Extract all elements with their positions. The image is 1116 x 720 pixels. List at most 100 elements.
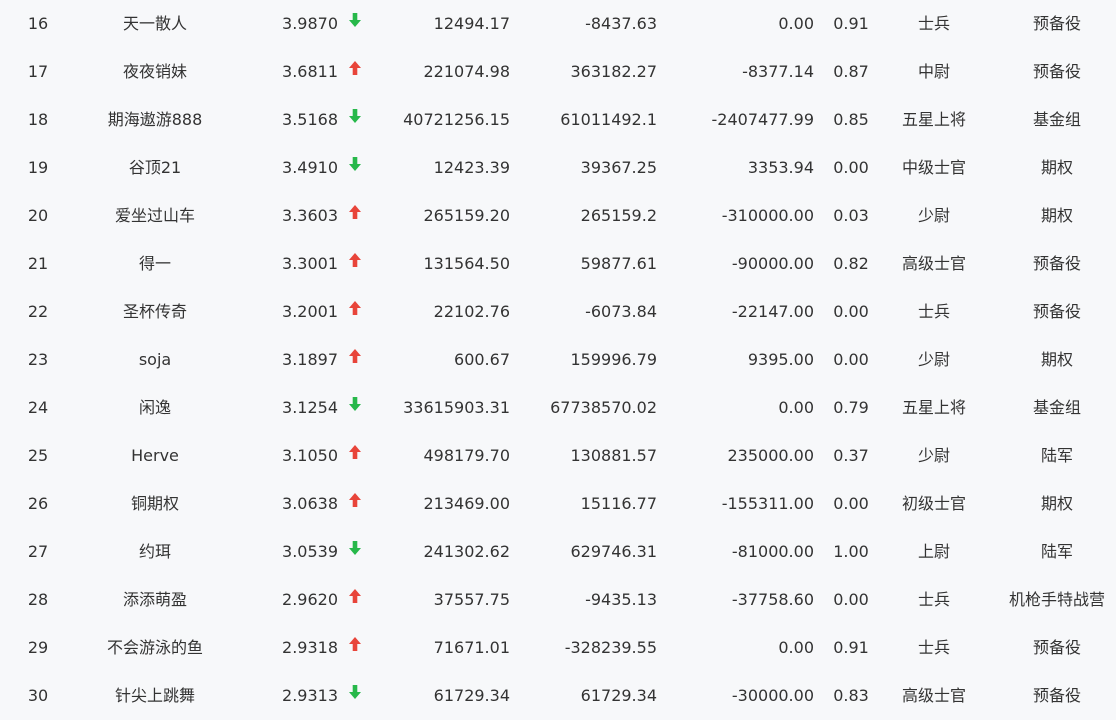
rank-cell: 20 [27,206,49,225]
trend-cell [345,528,365,576]
table-row[interactable]: 21 得一 3.3001 131564.50 59877.61 -90000.0… [0,240,1116,288]
trend-cell [345,48,365,96]
value-c-cell: -8377.14 [742,62,814,81]
value-c-cell: -155311.00 [721,494,814,513]
table-row[interactable]: 22 圣杯传奇 3.2001 22102.76 -6073.84 -22147.… [0,288,1116,336]
table-row[interactable]: 23 soja 3.1897 600.67 159996.79 9395.00 … [0,336,1116,384]
table-row[interactable]: 18 期海遨游888 3.5168 40721256.15 61011492.1… [0,96,1116,144]
group-cell: 基金组 [1032,110,1081,129]
trend-cell [345,240,365,288]
trend-cell [345,144,365,192]
value-b-cell: -328239.55 [564,638,657,657]
arrow-down-icon [348,143,362,191]
rank-cell: 24 [27,398,49,417]
arrow-up-icon [348,287,362,335]
group-cell: 预备役 [1032,14,1081,33]
trend-cell [345,96,365,144]
arrow-down-icon [348,95,362,143]
table-row[interactable]: 26 铜期权 3.0638 213469.00 15116.77 -155311… [0,480,1116,528]
arrow-up-icon [348,335,362,383]
name-cell: 不会游泳的鱼 [106,638,203,657]
value-a-cell: 213469.00 [423,494,510,513]
table-row[interactable]: 30 针尖上跳舞 2.9313 61729.34 61729.34 -30000… [0,672,1116,720]
ratio-cell: 3.1050 [282,446,338,465]
table-row[interactable]: 25 Herve 3.1050 498179.70 130881.57 2350… [0,432,1116,480]
name-cell: 针尖上跳舞 [114,686,195,705]
value-c-cell: -30000.00 [731,686,814,705]
value-b-cell: 159996.79 [570,350,657,369]
table-row[interactable]: 28 添添萌盈 2.9620 37557.75 -9435.13 -37758.… [0,576,1116,624]
name-cell: Herve [131,446,179,465]
level-cell: 少尉 [917,446,950,465]
level-cell: 士兵 [917,302,950,321]
value-c-cell: 0.00 [778,638,814,657]
table-row[interactable]: 29 不会游泳的鱼 2.9318 71671.01 -328239.55 0.0… [0,624,1116,672]
arrow-up-icon [348,239,362,287]
name-cell: 天一散人 [122,14,187,33]
ratio-cell: 3.0539 [282,542,338,561]
table-row[interactable]: 16 天一散人 3.9870 12494.17 -8437.63 0.00 0.… [0,0,1116,48]
value-d-cell: 0.00 [833,590,869,609]
level-cell: 五星上将 [901,110,966,129]
value-b-cell: 15116.77 [580,494,657,513]
level-cell: 高级士官 [901,686,966,705]
level-cell: 少尉 [917,350,950,369]
rank-cell: 17 [27,62,49,81]
arrow-up-icon [348,479,362,527]
value-d-cell: 0.91 [833,14,869,33]
arrow-up-icon [348,191,362,239]
level-cell: 高级士官 [901,254,966,273]
value-b-cell: 629746.31 [570,542,657,561]
value-c-cell: -22147.00 [731,302,814,321]
table-row[interactable]: 24 闲逸 3.1254 33615903.31 67738570.02 0.0… [0,384,1116,432]
table-row[interactable]: 20 爱坐过山车 3.3603 265159.20 265159.2 -3100… [0,192,1116,240]
ratio-cell: 2.9620 [282,590,338,609]
level-cell: 士兵 [917,590,950,609]
group-cell: 期权 [1040,206,1073,225]
value-a-cell: 221074.98 [423,62,510,81]
value-d-cell: 0.00 [833,494,869,513]
arrow-up-icon [348,575,362,623]
table-row[interactable]: 19 谷顶21 3.4910 12423.39 39367.25 3353.94… [0,144,1116,192]
group-cell: 机枪手特战营 [1008,590,1105,609]
arrow-down-icon [348,671,362,719]
trend-cell [345,624,365,672]
rank-cell: 27 [27,542,49,561]
rank-cell: 26 [27,494,49,513]
value-d-cell: 0.03 [833,206,869,225]
value-c-cell: 0.00 [778,14,814,33]
group-cell: 陆军 [1040,542,1073,561]
name-cell: 添添萌盈 [122,590,187,609]
rank-cell: 21 [27,254,49,273]
value-c-cell: 3353.94 [747,158,814,177]
group-cell: 期权 [1040,158,1073,177]
trend-cell [345,336,365,384]
rank-cell: 29 [27,638,49,657]
group-cell: 期权 [1040,350,1073,369]
name-cell: 夜夜销妹 [122,62,187,81]
value-b-cell: -9435.13 [585,590,657,609]
name-cell: 铜期权 [130,494,179,513]
value-a-cell: 61729.34 [433,686,510,705]
table-row[interactable]: 17 夜夜销妹 3.6811 221074.98 363182.27 -8377… [0,48,1116,96]
value-a-cell: 241302.62 [423,542,510,561]
value-a-cell: 71671.01 [433,638,510,657]
value-a-cell: 12494.17 [433,14,510,33]
group-cell: 陆军 [1040,446,1073,465]
name-cell: soja [138,350,172,369]
name-cell: 期海遨游888 [107,110,203,129]
table-row[interactable]: 27 约珥 3.0539 241302.62 629746.31 -81000.… [0,528,1116,576]
trend-cell [345,432,365,480]
level-cell: 中级士官 [901,158,966,177]
group-cell: 预备役 [1032,638,1081,657]
value-a-cell: 131564.50 [423,254,510,273]
value-b-cell: 67738570.02 [550,398,657,417]
group-cell: 预备役 [1032,62,1081,81]
value-a-cell: 600.67 [454,350,510,369]
level-cell: 上尉 [917,542,950,561]
arrow-up-icon [348,623,362,671]
rank-cell: 25 [27,446,49,465]
value-b-cell: 61729.34 [580,686,657,705]
trend-cell [345,384,365,432]
group-cell: 基金组 [1032,398,1081,417]
